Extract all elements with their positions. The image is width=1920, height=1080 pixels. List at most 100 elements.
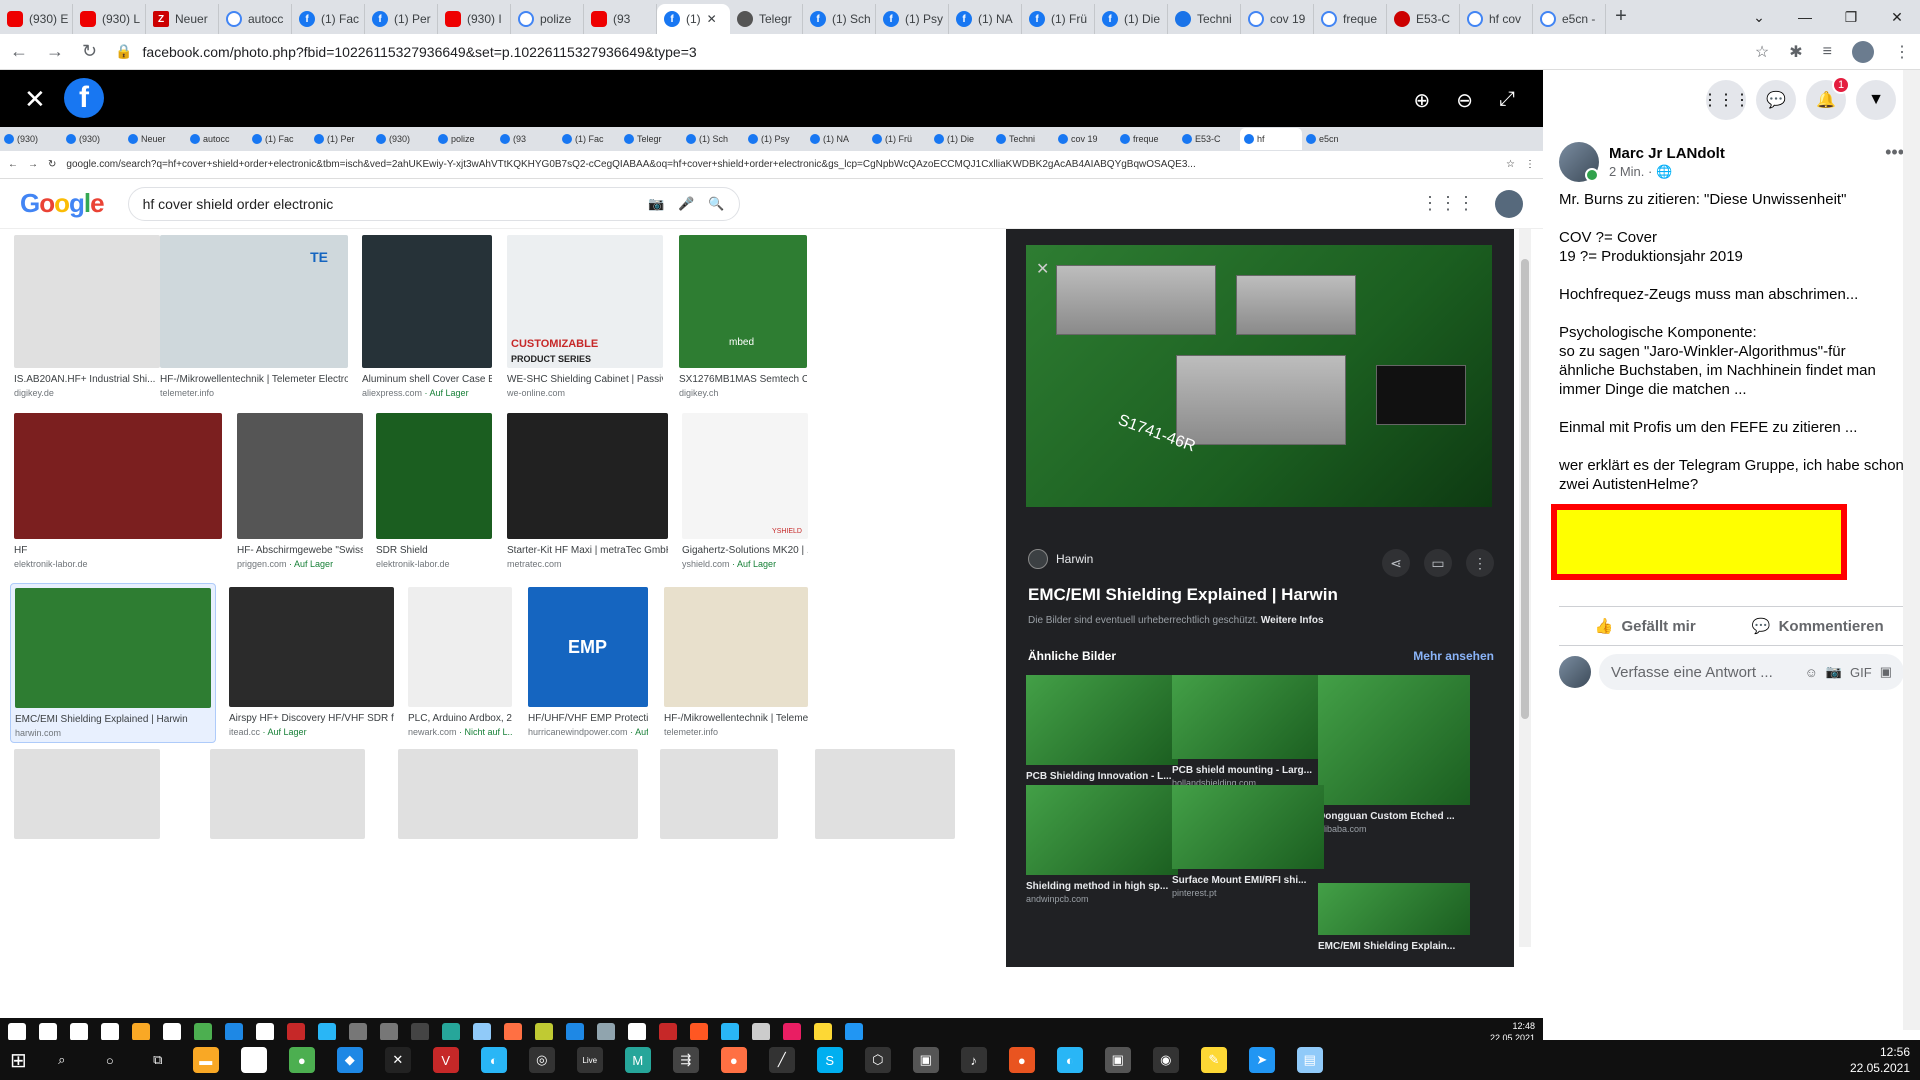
gif-icon[interactable]: GIF bbox=[1850, 665, 1872, 680]
firefox-icon[interactable]: ● bbox=[720, 1047, 747, 1073]
browser-tab[interactable]: (930) E bbox=[0, 4, 73, 34]
app-icon[interactable]: ✕ bbox=[384, 1047, 411, 1073]
app-icon[interactable]: ♪ bbox=[960, 1047, 987, 1073]
mixer-icon[interactable]: M bbox=[624, 1047, 651, 1073]
extensions-icon[interactable]: ✱ bbox=[1789, 42, 1802, 62]
address-bar[interactable]: 🔒 facebook.com/photo.php?fbid=1022611532… bbox=[115, 43, 1737, 60]
live-icon[interactable]: Live bbox=[576, 1047, 603, 1073]
back-icon[interactable]: ← bbox=[10, 41, 28, 62]
sticker-icon[interactable]: ▣ bbox=[1880, 664, 1892, 680]
task-view-icon[interactable]: ⧉ bbox=[145, 1047, 171, 1073]
close-viewer-icon[interactable]: ✕ bbox=[24, 84, 46, 115]
search-icon[interactable]: ⌕ bbox=[49, 1047, 75, 1073]
forward-icon[interactable]: → bbox=[46, 41, 64, 62]
system-clock[interactable]: 12:56 22.05.2021 bbox=[1850, 1044, 1910, 1076]
emoji-icon[interactable]: ☺ bbox=[1805, 665, 1818, 680]
similar-image: Shielding method in high sp... andwinpcb.… bbox=[1026, 785, 1178, 904]
browser-tab[interactable]: f (1) Per bbox=[365, 4, 438, 34]
fb-favicon-icon: f bbox=[1102, 11, 1118, 27]
obs-icon[interactable]: ◎ bbox=[528, 1047, 555, 1073]
browser-tab[interactable]: f (1) Frü bbox=[1022, 4, 1095, 34]
panel-scrollbar[interactable] bbox=[1903, 70, 1920, 1030]
browser-tab[interactable]: f (1) ✕ bbox=[657, 4, 730, 34]
result-caption: HF bbox=[14, 545, 28, 556]
url-text[interactable]: facebook.com/photo.php?fbid=102261153279… bbox=[143, 44, 697, 60]
profile-avatar[interactable] bbox=[1852, 40, 1874, 63]
notes-icon[interactable]: ✎ bbox=[1200, 1047, 1227, 1073]
comment-button[interactable]: 💬 Kommentieren bbox=[1732, 617, 1905, 636]
skype-icon[interactable]: S bbox=[816, 1047, 843, 1073]
browser-tab[interactable]: (930) I bbox=[438, 4, 511, 34]
voicemeeter-icon[interactable]: V bbox=[432, 1047, 459, 1073]
browser-tab[interactable]: f (1) Sch bbox=[803, 4, 876, 34]
minimize-button[interactable]: — bbox=[1782, 9, 1828, 25]
reply-input[interactable]: Verfasse eine Antwort ... ☺ 📷 GIF ▣ bbox=[1599, 654, 1904, 690]
like-button[interactable]: 👍 Gefällt mir bbox=[1559, 617, 1732, 636]
post-time[interactable]: 2 Min. · 🌐 bbox=[1609, 164, 1725, 180]
browser-tab[interactable]: e5cn - bbox=[1533, 4, 1606, 34]
close-window-button[interactable]: ✕ bbox=[1874, 9, 1920, 26]
close-tab-icon[interactable]: ✕ bbox=[707, 12, 717, 26]
browser-tab[interactable]: polize bbox=[511, 4, 584, 34]
windows-start-icon[interactable]: ⊞ bbox=[10, 1048, 27, 1073]
zoom-in-icon[interactable]: ⊕ bbox=[1413, 88, 1430, 113]
notifications-icon[interactable]: 🔔 1 bbox=[1806, 76, 1850, 120]
app-icon[interactable]: ◐ bbox=[1056, 1047, 1083, 1073]
browser-tab[interactable]: f (1) NA bbox=[949, 4, 1022, 34]
3d-icon[interactable]: ⬡ bbox=[864, 1047, 891, 1073]
app-icon[interactable]: ▣ bbox=[1104, 1047, 1131, 1073]
browser-tab[interactable]: f (1) Die bbox=[1095, 4, 1168, 34]
app-icon[interactable]: ▣ bbox=[912, 1047, 939, 1073]
app-icon[interactable]: ◉ bbox=[1152, 1047, 1179, 1073]
browser-tab[interactable]: autocc bbox=[219, 4, 292, 34]
cortana-icon[interactable]: ○ bbox=[97, 1047, 123, 1073]
browser-tab[interactable]: hf cov bbox=[1460, 4, 1533, 34]
similar-thumbnail bbox=[1172, 785, 1324, 869]
browser-tab[interactable]: f (1) Fac bbox=[292, 4, 365, 34]
maximize-button[interactable]: ❐ bbox=[1828, 9, 1874, 26]
inner-scrollbar bbox=[1519, 229, 1531, 947]
tab-search-icon[interactable]: ⌄ bbox=[1736, 9, 1782, 26]
account-dropdown-icon[interactable]: ▼ bbox=[1856, 80, 1896, 120]
file-explorer-icon[interactable]: ▬ bbox=[192, 1047, 219, 1073]
app-icon[interactable]: ◐ bbox=[480, 1047, 507, 1073]
inner-tab-label: (1) Psy bbox=[761, 134, 790, 144]
browser-tab[interactable]: (93 bbox=[584, 4, 657, 34]
reply-placeholder[interactable]: Verfasse eine Antwort ... bbox=[1611, 664, 1797, 681]
camera-icon[interactable]: 📷 bbox=[1826, 664, 1842, 680]
browser-tab[interactable]: Z Neuer bbox=[146, 4, 219, 34]
fb-favicon-icon: f bbox=[372, 11, 388, 27]
facebook-logo[interactable]: f bbox=[64, 78, 104, 118]
messenger-icon[interactable]: 💬 bbox=[1756, 80, 1796, 120]
app-icon[interactable]: ▤ bbox=[1296, 1047, 1323, 1073]
reading-list-icon[interactable]: ≡ bbox=[1823, 43, 1832, 61]
reload-icon[interactable]: ↻ bbox=[82, 41, 97, 62]
bookmark-star-icon[interactable]: ☆ bbox=[1755, 42, 1769, 62]
browser-tab[interactable]: freque bbox=[1314, 4, 1387, 34]
menu-grid-icon[interactable]: ⋮⋮⋮ bbox=[1702, 80, 1750, 120]
g-favicon-icon bbox=[1248, 11, 1264, 27]
yt-favicon-icon bbox=[80, 11, 96, 27]
telegram-icon[interactable]: ➤ bbox=[1248, 1047, 1275, 1073]
fullscreen-icon[interactable]: ⤢ bbox=[1499, 88, 1515, 113]
browser-tab[interactable]: Techni bbox=[1168, 4, 1241, 34]
teamviewer-icon[interactable]: ◆ bbox=[336, 1047, 363, 1073]
post-options-icon[interactable]: ••• bbox=[1885, 142, 1904, 163]
ubuntu-icon[interactable]: ● bbox=[1008, 1047, 1035, 1073]
zoom-out-icon[interactable]: ⊖ bbox=[1456, 88, 1473, 113]
menu-icon[interactable]: ⋮ bbox=[1894, 42, 1910, 62]
author-avatar[interactable] bbox=[1559, 142, 1599, 182]
browser-tab[interactable]: (930) L bbox=[73, 4, 146, 34]
new-tab-button[interactable]: + bbox=[1606, 5, 1636, 34]
browser-tab[interactable]: f (1) Psy bbox=[876, 4, 949, 34]
copyright-note: Die Bilder sind eventuell urheberrechtli… bbox=[1028, 615, 1324, 626]
browser-tab[interactable]: cov 19 bbox=[1241, 4, 1314, 34]
pen-icon[interactable]: ╱ bbox=[768, 1047, 795, 1073]
store-icon[interactable] bbox=[240, 1047, 267, 1073]
browser-tab[interactable]: Telegr bbox=[730, 4, 803, 34]
browser-tab[interactable]: E53-C bbox=[1387, 4, 1460, 34]
app-icon[interactable]: ⇶ bbox=[672, 1047, 699, 1073]
author-name[interactable]: Marc Jr LANdolt bbox=[1609, 145, 1725, 162]
chrome-icon[interactable]: ● bbox=[288, 1047, 315, 1073]
inner-back-icon: ← bbox=[8, 159, 18, 170]
